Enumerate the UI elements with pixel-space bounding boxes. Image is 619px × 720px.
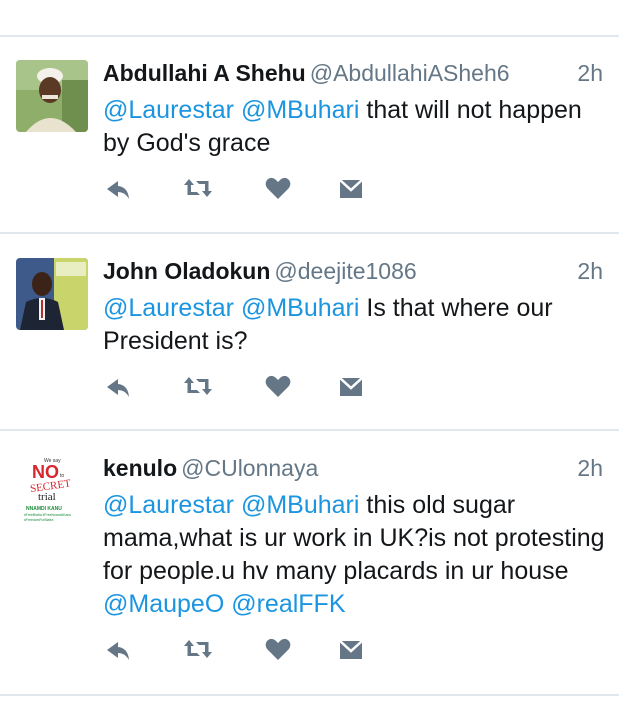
timestamp[interactable]: 2h <box>577 258 603 285</box>
direct-message-icon[interactable] <box>336 371 366 401</box>
like-icon[interactable] <box>263 173 293 203</box>
reply-icon[interactable] <box>103 371 133 401</box>
reply-icon[interactable] <box>103 634 133 664</box>
tweet-divider <box>0 429 619 431</box>
direct-message-icon[interactable] <box>336 634 366 664</box>
avatar-image <box>16 60 88 132</box>
mention-link[interactable]: @MaupeO <box>103 590 224 618</box>
like-icon[interactable] <box>263 634 293 664</box>
tweet-text-segment <box>234 294 241 322</box>
svg-text:NNAMDI KANU: NNAMDI KANU <box>26 506 62 512</box>
tweet-header: kenulo @CUlonnaya 2h <box>103 455 603 489</box>
tweet-text: @Laurestar @MBuhari Is that where our Pr… <box>103 292 613 358</box>
avatar[interactable] <box>16 60 88 132</box>
user-handle[interactable]: @deejite1086 <box>274 258 416 284</box>
mention-link[interactable]: @MBuhari <box>241 491 359 519</box>
avatar[interactable] <box>16 258 88 330</box>
user-handle[interactable]: @CUlonnaya <box>181 455 318 481</box>
svg-text:trial: trial <box>38 491 56 503</box>
retweet-icon[interactable] <box>183 173 213 203</box>
timestamp[interactable]: 2h <box>577 455 603 482</box>
mention-link[interactable]: @Laurestar <box>103 96 234 124</box>
tweet-header: John Oladokun @deejite1086 2h <box>103 258 603 292</box>
timestamp[interactable]: 2h <box>577 60 603 87</box>
reply-icon[interactable] <box>103 173 133 203</box>
display-name[interactable]: Abdullahi A Shehu <box>103 60 306 86</box>
mention-link[interactable]: @Laurestar <box>103 294 234 322</box>
tweet-text-segment <box>234 96 241 124</box>
display-name[interactable]: kenulo <box>103 455 177 481</box>
tweet-divider <box>0 694 619 696</box>
tweet-text: @Laurestar @MBuhari that will not happen… <box>103 94 613 160</box>
avatar-image <box>16 258 88 330</box>
svg-text:#FreeBiafra #FreeNnamdiKanu: #FreeBiafra #FreeNnamdiKanu <box>24 513 71 517</box>
mention-link[interactable]: @MBuhari <box>241 96 359 124</box>
tweet[interactable]: Abdullahi A Shehu @AbdullahiASheh6 2h @La… <box>0 60 619 230</box>
tweet-text: @Laurestar @MBuhari this old sugar mama,… <box>103 489 613 621</box>
retweet-icon[interactable] <box>183 371 213 401</box>
mention-link[interactable]: @MBuhari <box>241 294 359 322</box>
tweet[interactable]: John Oladokun @deejite1086 2h @Laurestar … <box>0 258 619 428</box>
top-divider <box>0 35 619 37</box>
tweet[interactable]: We say NO to SECRET trial NNAMDI KANU #F… <box>0 455 619 695</box>
display-name[interactable]: John Oladokun <box>103 258 270 284</box>
direct-message-icon[interactable] <box>336 173 366 203</box>
user-handle[interactable]: @AbdullahiASheh6 <box>310 60 510 86</box>
tweet-text-segment <box>234 491 241 519</box>
tweet-actions <box>103 173 403 203</box>
mention-link[interactable]: @realFFK <box>231 590 345 618</box>
tweet-actions <box>103 371 403 401</box>
avatar-image: We say NO to SECRET trial NNAMDI KANU #F… <box>16 455 88 527</box>
retweet-icon[interactable] <box>183 634 213 664</box>
like-icon[interactable] <box>263 371 293 401</box>
svg-text:#FreedomForBiafra: #FreedomForBiafra <box>24 518 54 522</box>
mention-link[interactable]: @Laurestar <box>103 491 234 519</box>
avatar[interactable]: We say NO to SECRET trial NNAMDI KANU #F… <box>16 455 88 527</box>
tweet-divider <box>0 232 619 234</box>
tweet-actions <box>103 634 403 664</box>
tweet-header: Abdullahi A Shehu @AbdullahiASheh6 2h <box>103 60 603 94</box>
